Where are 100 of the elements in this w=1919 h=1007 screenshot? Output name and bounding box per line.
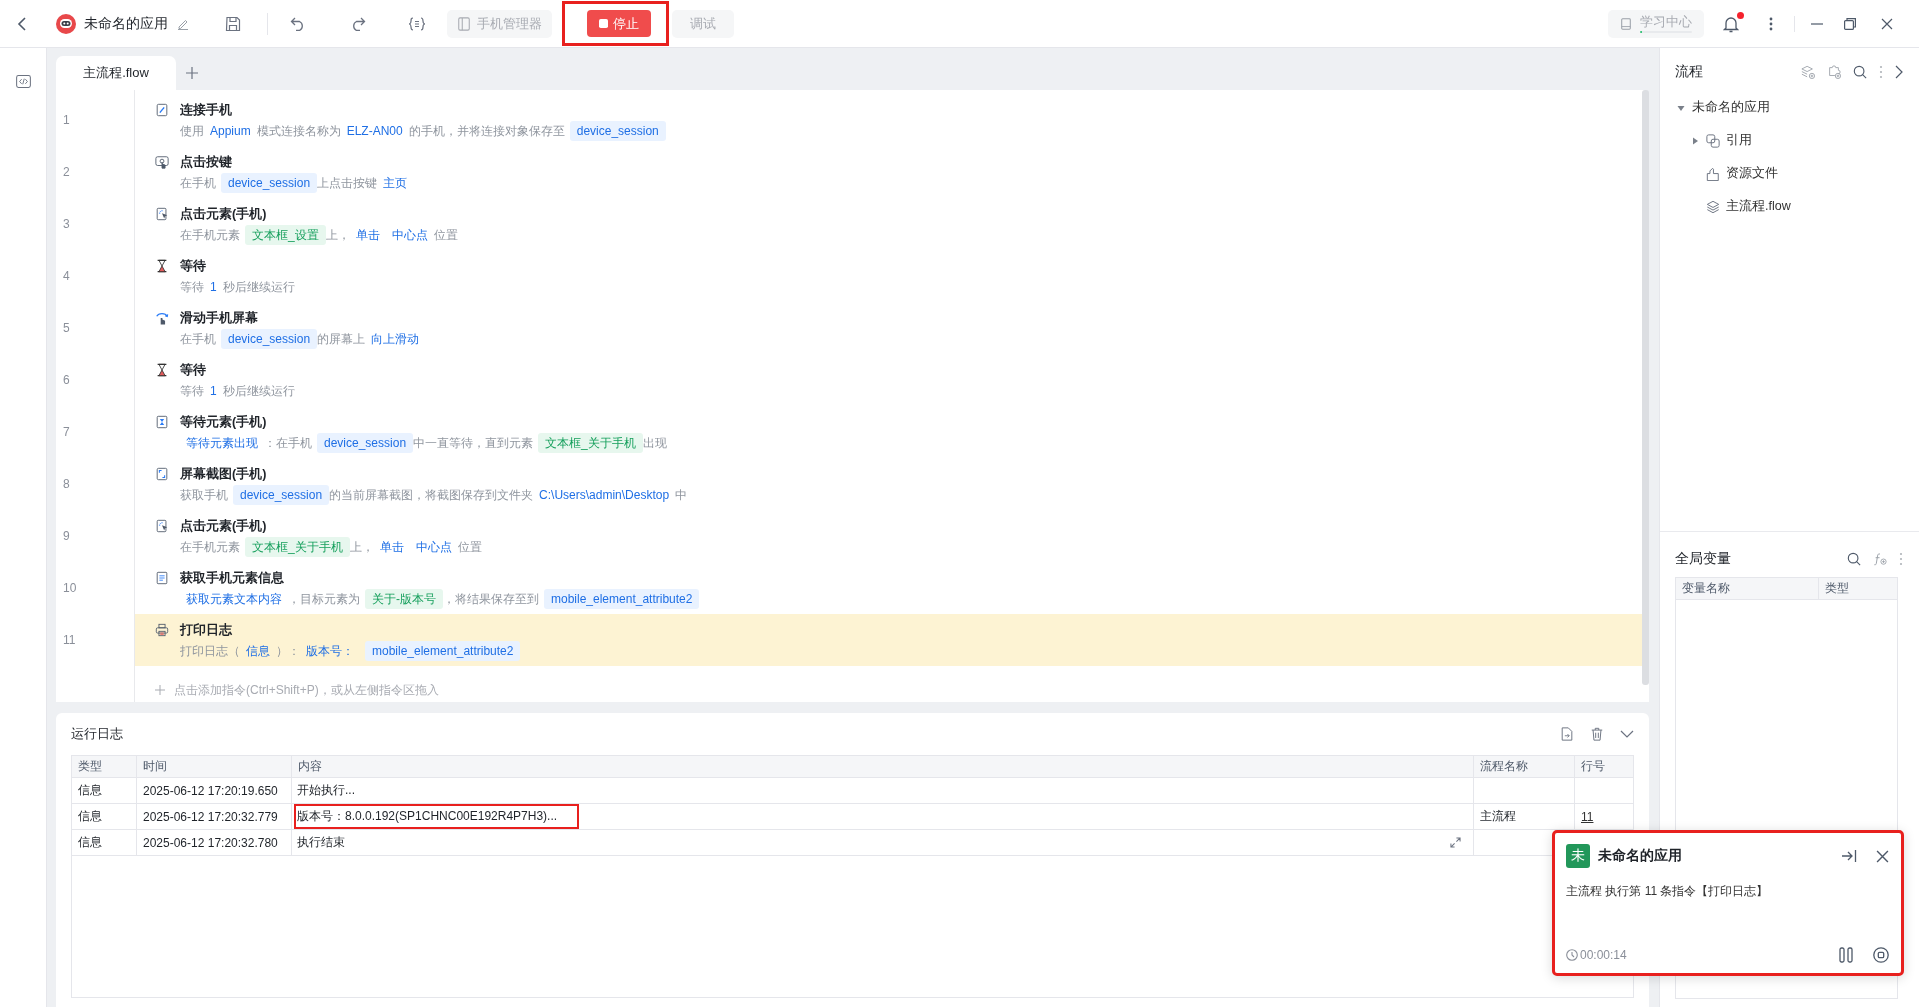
elapsed-time: 00:00:14 xyxy=(1580,948,1627,962)
caret-icon[interactable] xyxy=(1677,103,1685,112)
log-message: 执行结束 xyxy=(296,834,346,851)
search-icon[interactable] xyxy=(1853,65,1867,79)
variables-panel-title: 全局变量 xyxy=(1675,550,1731,568)
collapse-right-icon[interactable] xyxy=(1841,849,1857,863)
flow-step[interactable]: 点击按键 在手机 device_session 上点击按键 主页 xyxy=(135,146,1642,198)
flow-step[interactable]: 打印日志 打印日志（ 信息 ）： 版本号： mobile_element_attribute2 xyxy=(135,614,1642,666)
variable-tag[interactable]: device_session xyxy=(569,121,666,141)
variable-tag[interactable]: mobile_element_attribute2 xyxy=(544,589,700,609)
parameter-link[interactable]: Appium xyxy=(210,124,251,138)
caret-icon[interactable] xyxy=(1691,136,1699,145)
variable-tag[interactable]: device_session xyxy=(221,329,318,349)
search-icon[interactable] xyxy=(1847,552,1861,566)
element-tag[interactable]: 文本框_设置 xyxy=(245,225,326,245)
table-cell: 信息 xyxy=(72,830,137,856)
save-icon[interactable] xyxy=(225,15,241,32)
tree-item[interactable]: 资源文件 xyxy=(1726,165,1778,182)
flow-step[interactable]: 等待元素(手机) 等待元素出现 ：在手机 device_session 中一直等待，直到元素 文本框_关于手机 出现 xyxy=(135,406,1642,458)
flow-step[interactable]: 点击元素(手机) 在手机元素 文本框_关于手机 上， 单击 中心点 位置 xyxy=(135,510,1642,562)
description-text: 打印日志（ xyxy=(180,642,240,660)
more-icon[interactable] xyxy=(1769,16,1773,31)
log-title: 运行日志 xyxy=(71,725,123,743)
parameter-link[interactable]: 主页 xyxy=(383,174,408,192)
tree-item[interactable]: 未命名的应用 xyxy=(1692,99,1770,116)
undo-icon[interactable] xyxy=(290,16,306,31)
flow-step[interactable]: 等待 等待 1 秒后继续运行 xyxy=(135,354,1642,406)
variable-tag[interactable]: device_session xyxy=(221,173,318,193)
flow-step[interactable]: 等待 等待 1 秒后继续运行 xyxy=(135,250,1642,302)
edit-icon[interactable] xyxy=(177,17,189,30)
chevron-right-icon[interactable] xyxy=(1895,65,1903,79)
flow-step[interactable]: 滑动手机屏幕 在手机 device_session 的屏幕上 向上滑动 xyxy=(135,302,1642,354)
table-cell: 信息 xyxy=(72,778,137,804)
plus-icon xyxy=(155,685,165,695)
parameter-link[interactable]: ELZ-AN00 xyxy=(346,124,403,138)
parameter-link[interactable]: 版本号： xyxy=(306,642,354,660)
add-tab-icon[interactable] xyxy=(186,67,198,79)
parameter-link[interactable]: 等待元素出现 xyxy=(186,434,258,452)
variables-icon[interactable] xyxy=(408,16,426,31)
parameter-link[interactable]: 中心点 xyxy=(391,226,428,244)
close-icon[interactable] xyxy=(1876,849,1889,863)
step-title: 连接手机 xyxy=(180,102,233,119)
tap-element-icon xyxy=(155,519,169,533)
line-number: 4 xyxy=(62,268,71,285)
expand-icon[interactable] xyxy=(1450,837,1461,848)
parameter-link[interactable]: 信息 xyxy=(246,642,270,660)
trash-icon[interactable] xyxy=(1590,727,1604,741)
flow-step[interactable]: 屏幕截图(手机) 获取手机 device_session 的当前屏幕截图，将截图保存到文件夹 C:\Users\admin\Desktop 中 xyxy=(135,458,1642,510)
line-number: 3 xyxy=(62,216,71,233)
element-tag[interactable]: 关于-版本号 xyxy=(365,589,443,609)
element-tag[interactable]: 文本框_关于手机 xyxy=(245,537,350,557)
table-cell: 2025-06-12 17:20:32.780 xyxy=(137,830,292,856)
back-icon[interactable] xyxy=(17,16,27,31)
step-title: 屏幕截图(手机) xyxy=(180,466,268,483)
tree-item[interactable]: 主流程.flow xyxy=(1726,198,1791,215)
flow-step[interactable]: 点击元素(手机) 在手机元素 文本框_设置 上， 单击 中心点 位置 xyxy=(135,198,1642,250)
swipe-icon xyxy=(155,311,169,325)
description-text: 在手机元素 xyxy=(180,226,240,244)
description-text: 的屏幕上 xyxy=(317,330,366,348)
flow-step[interactable]: 连接手机 使用 Appium 模式连接名称为 ELZ-AN00 的手机，并将连接对象保存至 device_session xyxy=(135,94,1642,146)
variable-tag[interactable]: device_session xyxy=(317,433,414,453)
flow-step[interactable]: 获取手机元素信息 获取元素文本内容 ，目标元素为 关于-版本号 ，将结果保存至到 mobile_element_attribute2 xyxy=(135,562,1642,614)
parameter-link[interactable]: 向上滑动 xyxy=(371,330,420,348)
minimize-icon[interactable] xyxy=(1811,22,1823,25)
step-title: 打印日志 xyxy=(180,622,233,639)
stop-button[interactable]: 停止 xyxy=(587,10,651,37)
description-text: 的手机，并将连接对象保存至 xyxy=(408,122,565,140)
tree-item[interactable]: 引用 xyxy=(1726,132,1752,149)
parameter-link[interactable]: 1 xyxy=(210,280,217,294)
restore-icon[interactable] xyxy=(1844,17,1856,30)
close-icon[interactable] xyxy=(1881,17,1893,30)
description-text: 在手机 xyxy=(180,174,216,192)
parameter-link[interactable]: 1 xyxy=(210,384,217,398)
scrollbar[interactable] xyxy=(1642,90,1649,685)
parameter-link[interactable]: C:\Users\admin\Desktop xyxy=(539,488,670,502)
code-icon[interactable] xyxy=(15,75,31,88)
line-link[interactable]: 11 xyxy=(1581,809,1594,824)
line-number: 8 xyxy=(62,476,71,493)
variable-tag[interactable]: device_session xyxy=(233,485,330,505)
export-icon[interactable] xyxy=(1560,727,1574,741)
step-title: 滑动手机屏幕 xyxy=(180,310,259,327)
tap-element-icon xyxy=(155,207,169,221)
redo-icon[interactable] xyxy=(350,16,366,31)
editor-tab[interactable]: 主流程.flow xyxy=(56,56,176,90)
variable-tag[interactable]: mobile_element_attribute2 xyxy=(365,641,521,661)
column-header: 类型 xyxy=(72,756,137,778)
log-message: 版本号：8.0.0.192(SP1CHNC00E192R4P7H3)... xyxy=(294,804,580,829)
parameter-link[interactable]: 中心点 xyxy=(415,538,452,556)
bell-icon[interactable] xyxy=(1723,14,1739,33)
book-icon xyxy=(1620,17,1632,30)
element-tag[interactable]: 文本框_关于手机 xyxy=(538,433,643,453)
pause-icon[interactable] xyxy=(1839,947,1853,963)
stop-icon[interactable] xyxy=(1873,947,1889,963)
parameter-link[interactable]: 单击 xyxy=(379,538,404,556)
screen-tap-icon xyxy=(155,155,169,169)
log-message: 开始执行... xyxy=(296,782,356,799)
description-text: ）： xyxy=(276,642,300,660)
parameter-link[interactable]: 单击 xyxy=(355,226,380,244)
description-text: 获取手机 xyxy=(180,486,228,504)
parameter-link[interactable]: 获取元素文本内容 xyxy=(186,590,282,608)
